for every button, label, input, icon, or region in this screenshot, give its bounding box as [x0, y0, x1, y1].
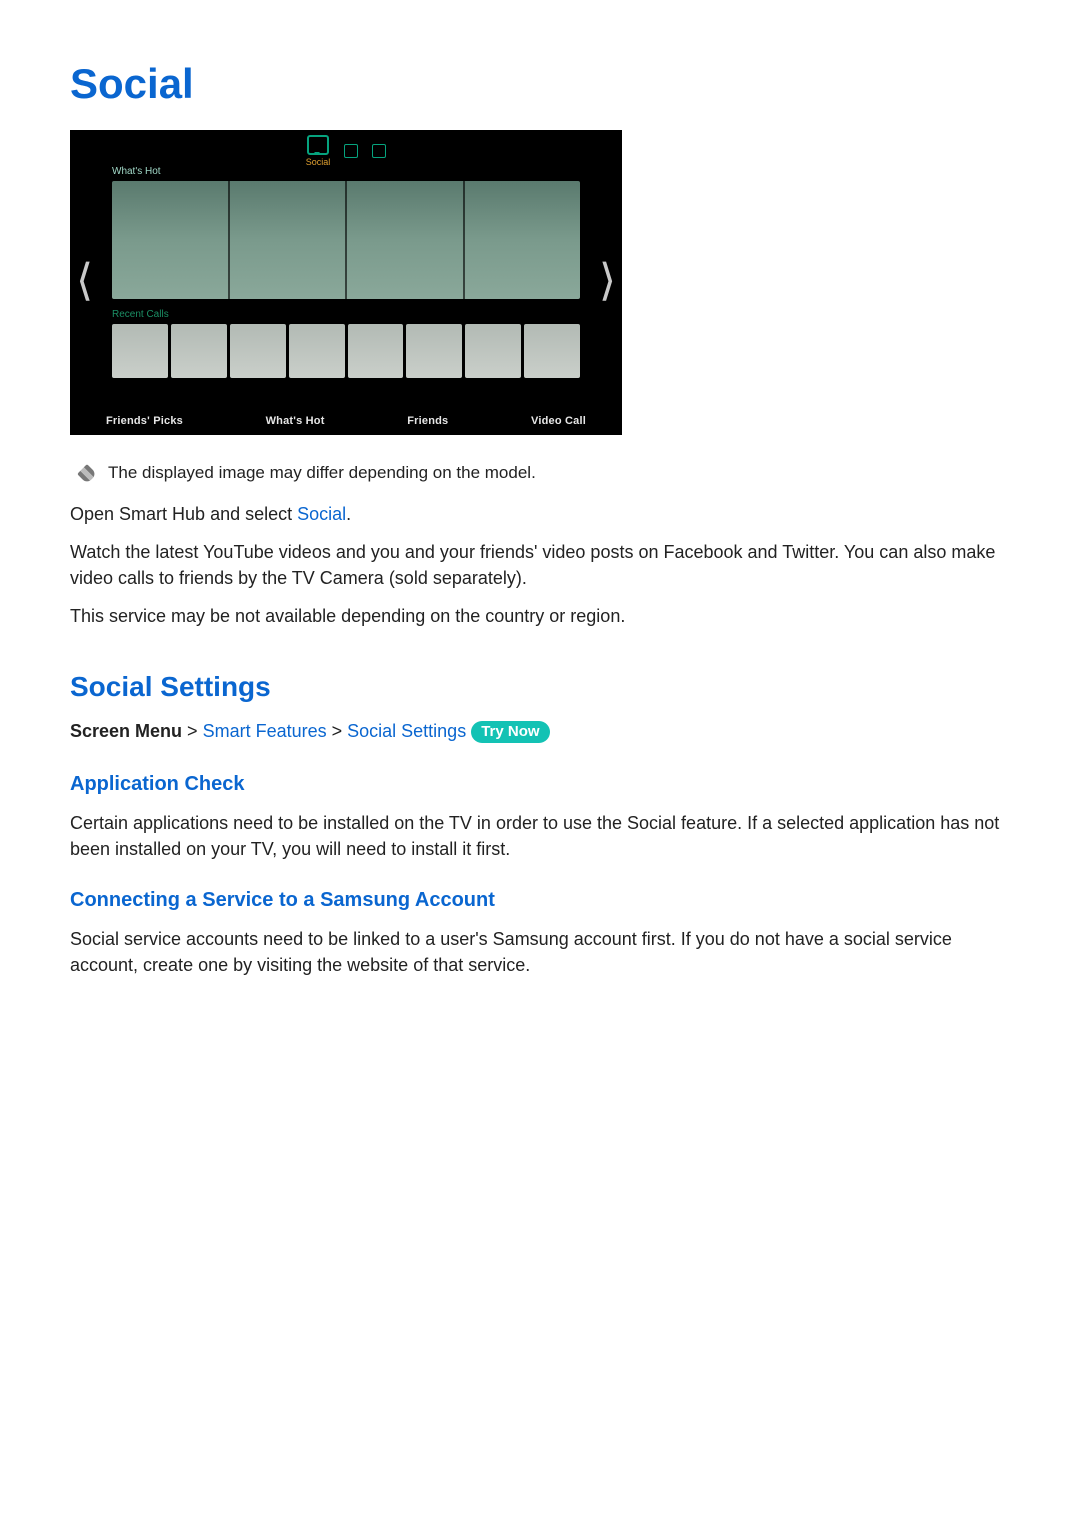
hubicon-2: [372, 144, 386, 158]
menu-path: Screen Menu > Smart Features > Social Se…: [70, 721, 1010, 743]
hubicon-1: [344, 144, 358, 158]
whats-hot-row: [112, 181, 580, 299]
try-now-badge[interactable]: Try Now: [471, 721, 549, 743]
tab-friends[interactable]: Friends: [407, 415, 448, 427]
social-link[interactable]: Social: [297, 504, 346, 524]
whats-hot-label: What's Hot: [112, 166, 580, 177]
recent-calls-label: Recent Calls: [112, 309, 580, 320]
tv-bottom-tabs: Friends' Picks What's Hot Friends Video …: [106, 415, 586, 427]
connect-service-paragraph: Social service accounts need to be linke…: [70, 926, 1010, 978]
recent-calls-row: [112, 324, 580, 378]
application-check-paragraph: Certain applications need to be installe…: [70, 810, 1010, 862]
chevron-right-icon[interactable]: ⟩: [599, 258, 616, 302]
tab-video-call[interactable]: Video Call: [531, 415, 586, 427]
tv-content-area: What's Hot Recent Calls: [112, 166, 580, 399]
social-hub-icon: Social: [306, 135, 331, 167]
smart-features-link[interactable]: Smart Features: [203, 721, 327, 741]
tv-screenshot: Social ⟨ ⟩ What's Hot Recent Calls Frien…: [70, 130, 622, 435]
page: Social Social ⟨ ⟩ What's Hot Recent Call…: [0, 0, 1080, 1090]
social-settings-link[interactable]: Social Settings: [347, 721, 466, 741]
watch-paragraph: Watch the latest YouTube videos and you …: [70, 539, 1010, 591]
image-note: The displayed image may differ depending…: [80, 463, 1010, 483]
connect-service-heading: Connecting a Service to a Samsung Accoun…: [70, 889, 1010, 912]
tv-top-icon-row: Social: [70, 136, 622, 166]
pencil-icon: [77, 464, 97, 484]
social-settings-heading: Social Settings: [70, 671, 1010, 703]
tab-friends-picks[interactable]: Friends' Picks: [106, 415, 183, 427]
availability-paragraph: This service may be not available depend…: [70, 603, 1010, 629]
page-title: Social: [70, 60, 1010, 108]
open-smart-hub-line: Open Smart Hub and select Social.: [70, 501, 1010, 527]
application-check-heading: Application Check: [70, 773, 1010, 796]
tab-whats-hot[interactable]: What's Hot: [266, 415, 325, 427]
image-note-text: The displayed image may differ depending…: [108, 463, 536, 483]
chevron-left-icon[interactable]: ⟨: [76, 258, 93, 302]
